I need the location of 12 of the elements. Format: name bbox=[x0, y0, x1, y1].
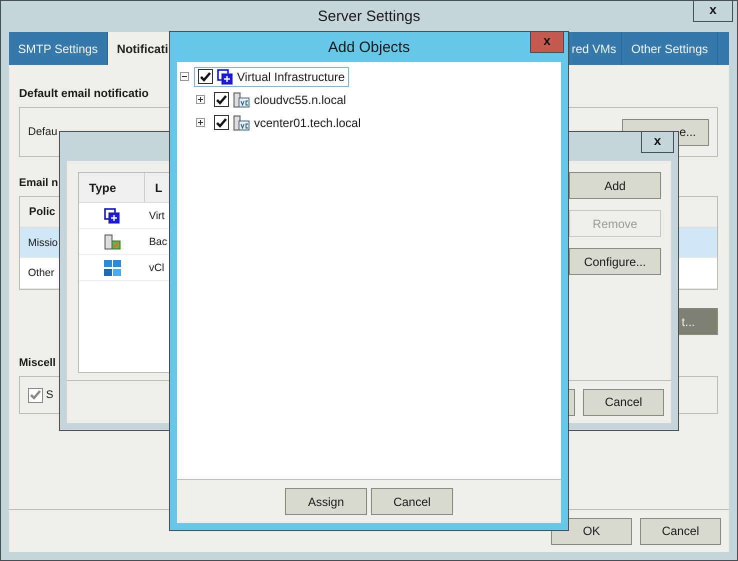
column-header: Polic bbox=[29, 206, 56, 218]
table-cell: Bac bbox=[149, 236, 168, 248]
checkbox-label: S bbox=[46, 389, 54, 401]
table-cell: Virt bbox=[149, 210, 165, 222]
section-heading: Miscell bbox=[19, 357, 56, 369]
section-heading: Email n bbox=[19, 177, 58, 189]
column-header: Type bbox=[79, 173, 145, 202]
field-label: Defau bbox=[28, 126, 58, 138]
section-heading: Default email notificatio bbox=[19, 88, 149, 100]
table-cell: vCl bbox=[149, 262, 164, 274]
dialog-title: Add Objects bbox=[328, 38, 410, 56]
window-title: Server Settings bbox=[318, 8, 420, 25]
